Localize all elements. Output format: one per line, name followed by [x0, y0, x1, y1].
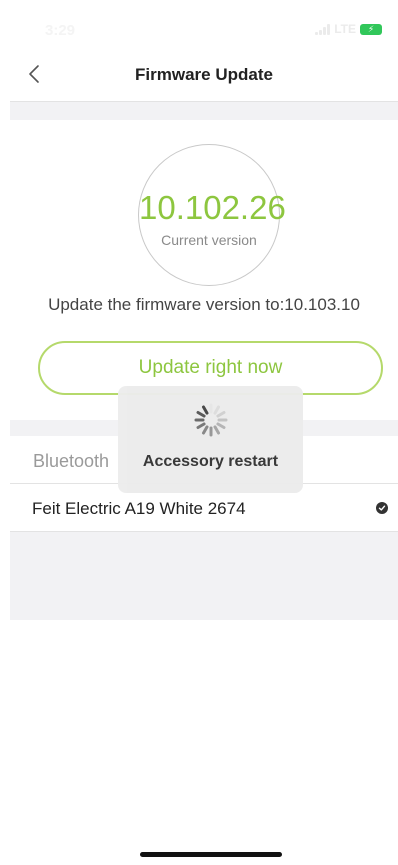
network-type: LTE: [334, 22, 356, 36]
nav-bar: Firmware Update: [10, 46, 398, 102]
current-version-label: Current version: [161, 232, 257, 248]
page-title: Firmware Update: [135, 65, 273, 84]
bluetooth-section-label: Bluetooth: [33, 451, 110, 471]
battery-icon: ⚡: [360, 23, 382, 35]
section-divider: [10, 102, 398, 120]
version-circle: 10.102.26 Current version: [138, 144, 286, 286]
current-version-number: 10.102.26: [139, 189, 286, 226]
toast-message: Accessory restart: [142, 453, 279, 470]
loading-toast: Accessory restart: [118, 386, 303, 493]
footer-area: [10, 532, 398, 620]
spinner-icon: [194, 403, 228, 437]
check-icon: [376, 502, 388, 514]
signal-icon: [315, 23, 331, 35]
home-indicator[interactable]: [140, 852, 282, 857]
firmware-update-screen: 3:29 LTE ⚡ Firmware Update 10.102.26 Cur…: [0, 0, 398, 865]
update-target-text: Update the firmware version to:10.103.10: [48, 295, 360, 314]
device-name: Feit Electric A19 White 2674: [32, 499, 246, 518]
status-time: 3:29: [45, 22, 76, 39]
status-bar: 3:29 LTE ⚡: [10, 10, 398, 46]
status-indicators: LTE ⚡: [315, 22, 382, 36]
